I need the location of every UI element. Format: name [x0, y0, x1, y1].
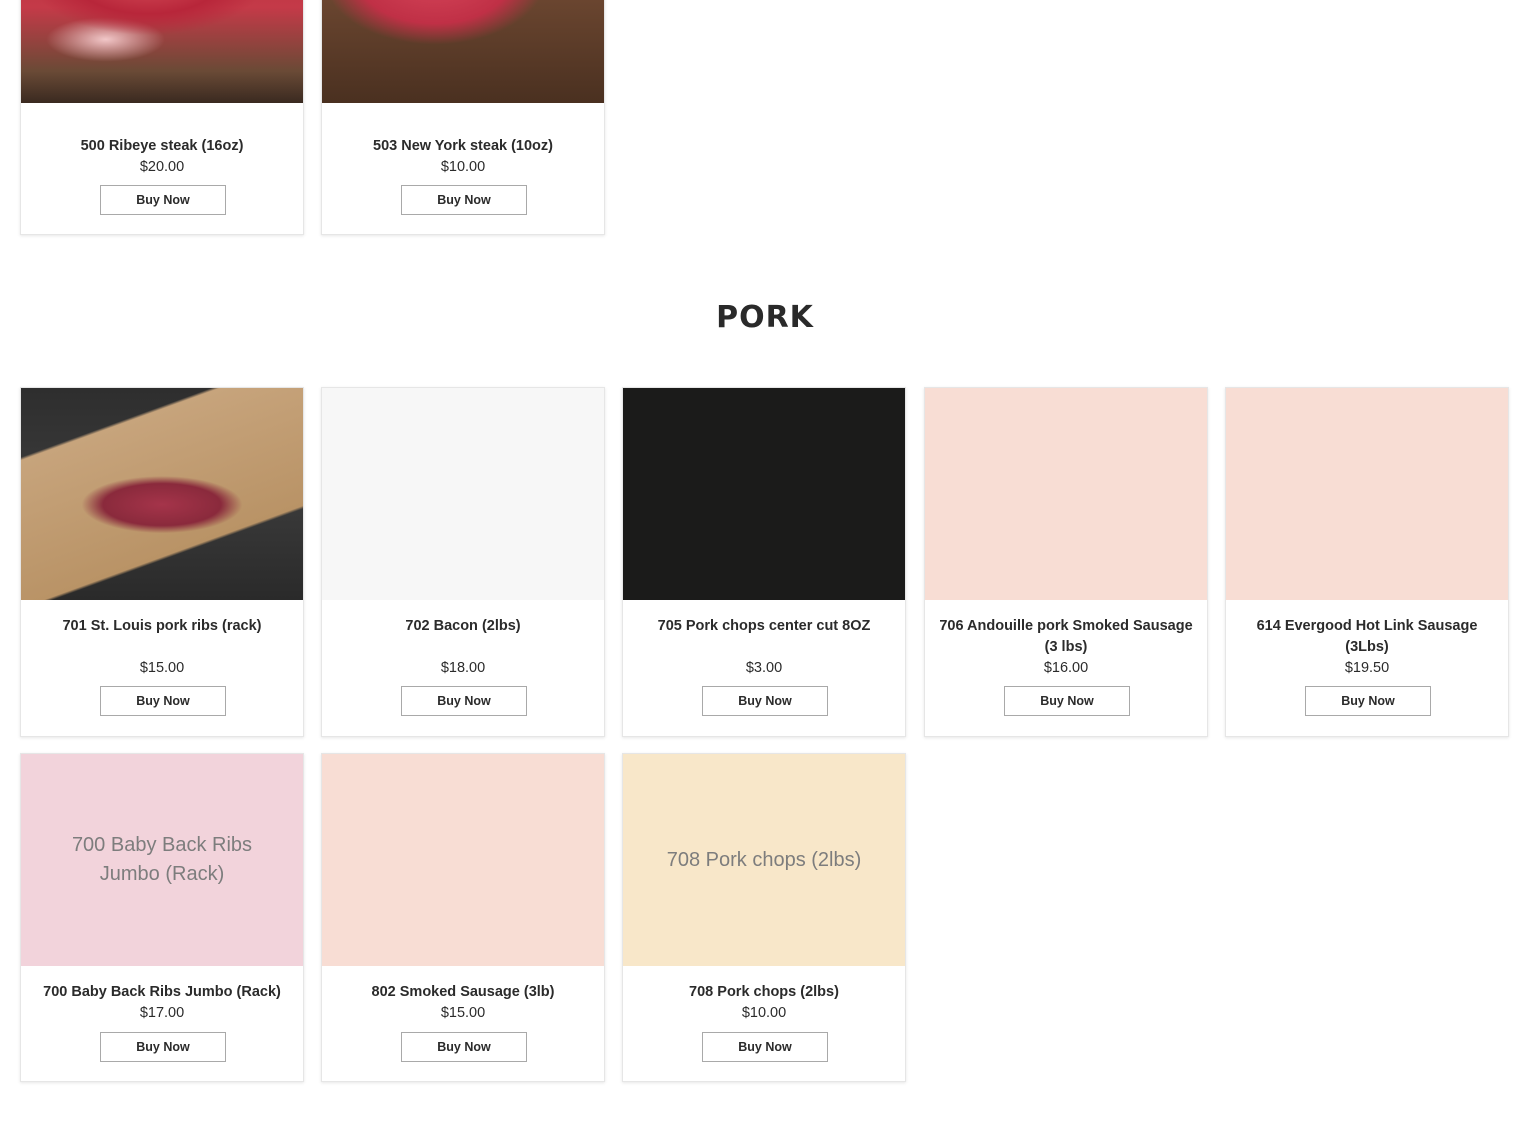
product-name[interactable]: 503 New York steak (10oz)	[336, 136, 590, 157]
product-image-placeholder[interactable]	[925, 388, 1207, 600]
product-price: $3.00	[745, 660, 783, 676]
product-name[interactable]: 706 Andouille pork Smoked Sausage (3 lbs…	[939, 616, 1193, 658]
product-image-placeholder[interactable]: 708 Pork chops (2lbs)	[623, 754, 905, 966]
buy-now-button[interactable]: Buy Now	[702, 1032, 828, 1062]
product-card[interactable]: 700 Baby Back Ribs Jumbo (Rack) 700 Baby…	[20, 753, 304, 1082]
product-name[interactable]: 705 Pork chops center cut 8OZ	[637, 616, 891, 637]
image-placeholder-text: 700 Baby Back Ribs Jumbo (Rack)	[71, 834, 253, 885]
product-image-placeholder[interactable]	[322, 754, 604, 966]
buy-now-button[interactable]: Buy Now	[100, 185, 226, 215]
buy-now-button[interactable]: Buy Now	[401, 185, 527, 215]
section-title-pork: PORK	[716, 300, 814, 335]
product-price: $20.00	[139, 159, 185, 175]
product-name[interactable]: 702 Bacon (2lbs)	[336, 616, 590, 637]
product-card[interactable]: 706 Andouille pork Smoked Sausage (3 lbs…	[924, 387, 1208, 737]
product-price: $18.00	[440, 660, 486, 676]
product-price: $17.00	[139, 1005, 185, 1021]
image-placeholder-text: 708 Pork chops (2lbs)	[666, 848, 862, 871]
product-name[interactable]: 500 Ribeye steak (16oz)	[35, 136, 289, 157]
product-image-placeholder[interactable]	[322, 388, 604, 600]
product-image[interactable]	[21, 388, 303, 600]
product-price: $10.00	[440, 159, 486, 175]
buy-now-button[interactable]: Buy Now	[1004, 686, 1130, 716]
product-image-placeholder[interactable]: 700 Baby Back Ribs Jumbo (Rack)	[21, 754, 303, 966]
product-image-placeholder[interactable]	[623, 388, 905, 600]
product-price: $15.00	[139, 660, 185, 676]
product-name[interactable]: 802 Smoked Sausage (3lb)	[336, 982, 590, 1003]
product-card[interactable]: 702 Bacon (2lbs) $18.00 Buy Now	[321, 387, 605, 737]
product-card[interactable]: 705 Pork chops center cut 8OZ $3.00 Buy …	[622, 387, 906, 737]
product-price: $19.50	[1344, 660, 1390, 676]
product-card[interactable]: 503 New York steak (10oz) $10.00 Buy Now	[321, 0, 605, 235]
product-price: $15.00	[440, 1005, 486, 1021]
buy-now-button[interactable]: Buy Now	[401, 686, 527, 716]
buy-now-button[interactable]: Buy Now	[100, 1032, 226, 1062]
product-price: $10.00	[741, 1005, 787, 1021]
product-image[interactable]	[21, 0, 303, 103]
product-card[interactable]: 701 St. Louis pork ribs (rack) $15.00 Bu…	[20, 387, 304, 737]
product-name[interactable]: 700 Baby Back Ribs Jumbo (Rack)	[35, 982, 289, 1003]
product-image-placeholder[interactable]	[1226, 388, 1508, 600]
product-card[interactable]: 708 Pork chops (2lbs) 708 Pork chops (2l…	[622, 753, 906, 1082]
product-name[interactable]: 614 Evergood Hot Link Sausage (3Lbs)	[1240, 616, 1494, 658]
product-image[interactable]	[322, 0, 604, 103]
product-name[interactable]: 708 Pork chops (2lbs)	[637, 982, 891, 1003]
product-name[interactable]: 701 St. Louis pork ribs (rack)	[35, 616, 289, 637]
product-card[interactable]: 802 Smoked Sausage (3lb) $15.00 Buy Now	[321, 753, 605, 1082]
product-card[interactable]: 500 Ribeye steak (16oz) $20.00 Buy Now	[20, 0, 304, 235]
product-card[interactable]: 614 Evergood Hot Link Sausage (3Lbs) $19…	[1225, 387, 1509, 737]
buy-now-button[interactable]: Buy Now	[100, 686, 226, 716]
product-price: $16.00	[1043, 660, 1089, 676]
buy-now-button[interactable]: Buy Now	[702, 686, 828, 716]
buy-now-button[interactable]: Buy Now	[1305, 686, 1431, 716]
buy-now-button[interactable]: Buy Now	[401, 1032, 527, 1062]
